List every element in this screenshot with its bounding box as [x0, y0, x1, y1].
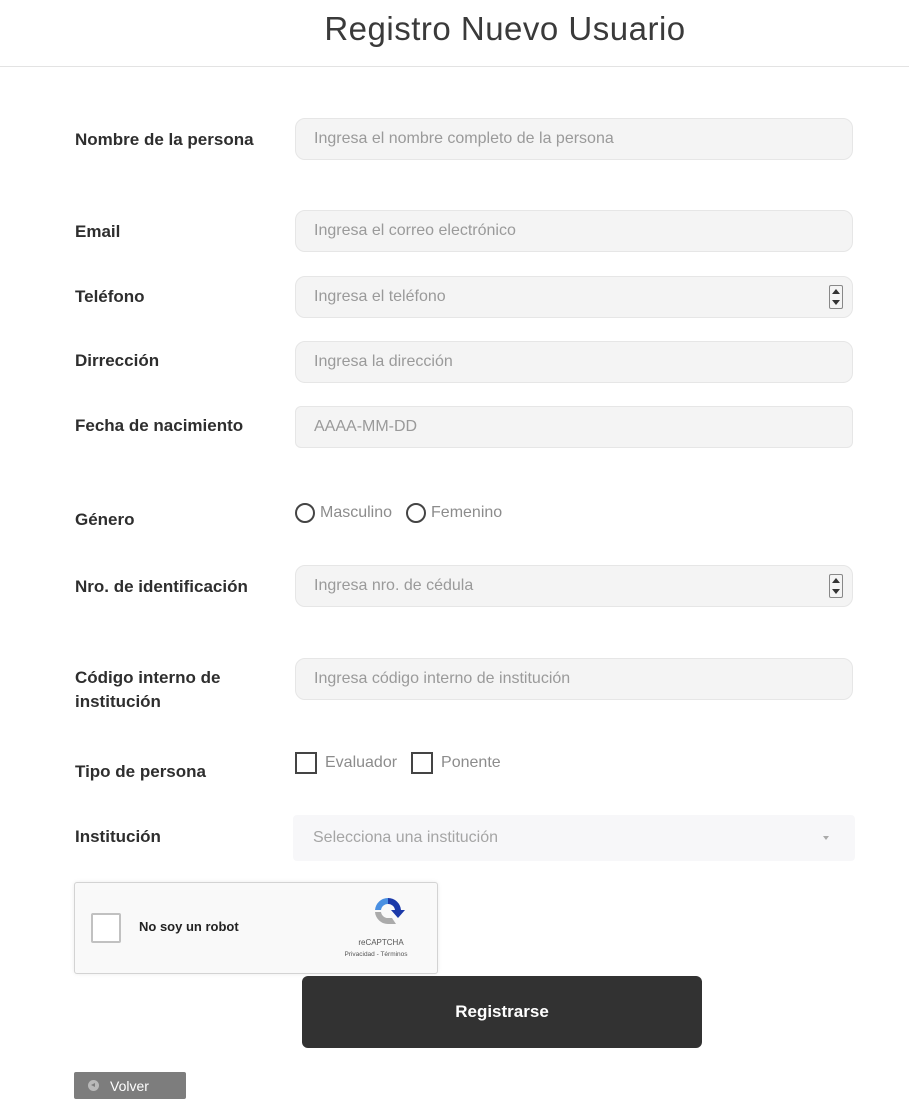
- spinner-up-icon[interactable]: [832, 289, 840, 294]
- address-label: Dirrección: [75, 351, 160, 370]
- id-number-input-wrapper: [295, 565, 853, 607]
- checkbox-evaluador[interactable]: [295, 752, 317, 774]
- register-button[interactable]: Registrarse: [302, 976, 702, 1048]
- email-input[interactable]: [295, 210, 853, 252]
- gender-label: Género: [75, 510, 135, 529]
- birthdate-input[interactable]: [295, 406, 853, 448]
- back-arrow-icon: [88, 1080, 99, 1091]
- institution-label: Institución: [75, 827, 161, 846]
- recaptcha-brand: reCAPTCHA: [358, 938, 404, 947]
- gender-option-label: Masculino: [320, 504, 393, 521]
- radio-masculino[interactable]: [295, 503, 315, 523]
- internal-code-input[interactable]: [295, 658, 853, 700]
- person-type-label: Tipo de persona: [75, 762, 206, 781]
- gender-option-masculino[interactable]: Masculino: [295, 503, 392, 523]
- address-input[interactable]: [295, 341, 853, 383]
- phone-input[interactable]: [295, 276, 853, 318]
- person-type-option-label: Evaluador: [325, 754, 398, 771]
- spinner-down-icon[interactable]: [832, 589, 840, 594]
- spinner-up-icon[interactable]: [832, 578, 840, 583]
- internal-code-label: Código interno de institución: [75, 668, 221, 711]
- id-number-label: Nro. de identificación: [75, 577, 248, 596]
- radio-femenino[interactable]: [406, 503, 427, 523]
- name-input[interactable]: [295, 118, 853, 160]
- dropdown-arrow-icon[interactable]: [823, 836, 829, 840]
- person-type-option-evaluador[interactable]: Evaluador: [295, 752, 397, 774]
- institution-select[interactable]: Selecciona una institución: [293, 815, 855, 861]
- gender-options: Masculino Femenino: [295, 503, 516, 523]
- page-title: Registro Nuevo Usuario: [324, 10, 686, 47]
- birthdate-label: Fecha de nacimiento: [75, 416, 244, 435]
- name-label: Nombre de la persona: [75, 130, 254, 149]
- recaptcha-terms-link[interactable]: Privacidad - Términos: [325, 951, 427, 958]
- recaptcha-label: No soy un robot: [139, 919, 239, 934]
- recaptcha-checkbox[interactable]: [91, 913, 121, 943]
- person-type-options: Evaluador Ponente: [295, 752, 515, 774]
- institution-select-placeholder: Selecciona una institución: [313, 829, 499, 846]
- id-number-input[interactable]: [295, 565, 853, 607]
- gender-option-label: Femenino: [431, 504, 503, 521]
- recaptcha-widget: No soy un robot reCAPTCHA Privacidad - T…: [74, 882, 438, 974]
- spinner-down-icon[interactable]: [832, 300, 840, 305]
- person-type-option-ponente[interactable]: Ponente: [411, 752, 501, 774]
- phone-input-wrapper: [295, 276, 853, 318]
- back-button-label: Volver: [110, 1077, 149, 1094]
- email-label: Email: [75, 222, 121, 241]
- gender-option-femenino[interactable]: Femenino: [406, 503, 502, 523]
- back-button[interactable]: Volver: [74, 1072, 186, 1099]
- recaptcha-logo-icon: [375, 897, 405, 925]
- title-divider: [0, 66, 909, 67]
- phone-spinner[interactable]: [829, 285, 843, 309]
- id-number-spinner[interactable]: [829, 574, 843, 598]
- phone-label: Teléfono: [75, 287, 145, 306]
- person-type-option-label: Ponente: [441, 754, 501, 771]
- checkbox-ponente[interactable]: [411, 752, 434, 774]
